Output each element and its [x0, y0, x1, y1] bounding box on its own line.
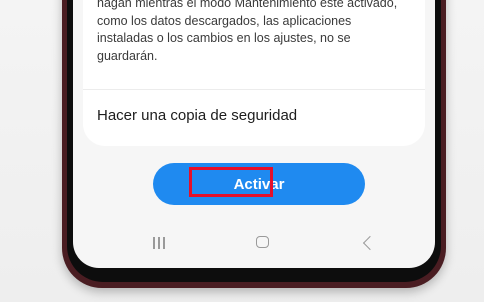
phone-screen: hagan mientras el modo Mantenimiento est… [73, 0, 435, 268]
back-button[interactable] [357, 234, 381, 252]
red-highlight-box [189, 167, 273, 197]
recent-apps-button[interactable] [147, 234, 171, 252]
home-button[interactable] [251, 234, 275, 252]
home-icon [256, 236, 269, 248]
maintenance-info-card: hagan mientras el modo Mantenimiento est… [83, 0, 425, 146]
maintenance-info-text: hagan mientras el modo Mantenimiento est… [97, 0, 398, 63]
video-frame: hagan mientras el modo Mantenimiento est… [0, 0, 484, 302]
backup-option-row[interactable]: Hacer una copia de seguridad [83, 90, 425, 146]
phone-bezel: hagan mientras el modo Mantenimiento est… [67, 0, 441, 282]
phone-frame: hagan mientras el modo Mantenimiento est… [62, 0, 446, 288]
navigation-bar [73, 228, 435, 258]
activate-button[interactable]: Activar [153, 163, 365, 205]
backup-option-label: Hacer una copia de seguridad [97, 107, 298, 124]
back-icon [362, 235, 378, 251]
